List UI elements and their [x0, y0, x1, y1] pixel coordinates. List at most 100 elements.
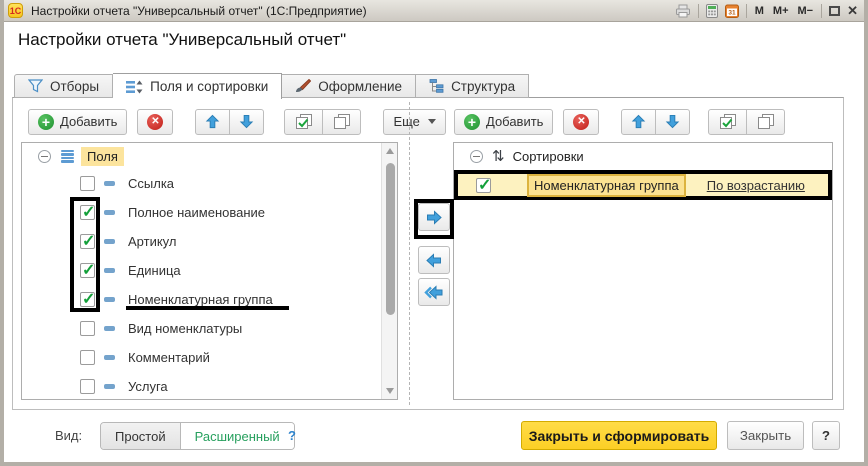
uncheck-all-icon	[756, 114, 775, 130]
tab-label: Оформление	[318, 79, 402, 94]
tree-item-ssylka[interactable]: Ссылка	[22, 169, 397, 198]
tree-item-label: Номенклатурная группа	[128, 292, 273, 307]
close-button[interactable]: Закрыть	[727, 421, 804, 450]
checkbox[interactable]	[80, 379, 95, 394]
titlebar-separator	[746, 4, 747, 18]
sorting-field-cell[interactable]: Номенклатурная группа	[527, 174, 686, 197]
move-down-button[interactable]	[655, 109, 690, 135]
collapse-expander-icon[interactable]	[470, 150, 483, 163]
titlebar-separator	[698, 4, 699, 18]
sorting-row[interactable]: Номенклатурная группа По возрастанию	[454, 170, 832, 200]
page-title: Настройки отчета "Универсальный отчет"	[18, 30, 346, 50]
tab-appearance[interactable]: Оформление	[282, 74, 416, 98]
move-down-button[interactable]	[229, 109, 264, 135]
add-button-label: Добавить	[486, 114, 543, 129]
field-dash-icon	[104, 297, 115, 302]
collapse-expander-icon[interactable]	[38, 150, 51, 163]
tree-item-label: Полное наименование	[128, 205, 265, 220]
checkbox[interactable]	[80, 292, 95, 307]
memory-recall-button[interactable]: М	[754, 5, 765, 17]
sort-arrows-icon: ⇅	[492, 149, 505, 164]
tree-item-vid-nomenklatury[interactable]: Вид номенклатуры	[22, 314, 397, 343]
more-button-label: Еще	[393, 114, 419, 129]
memory-subtract-button[interactable]: М−	[797, 5, 815, 17]
checkbox[interactable]	[80, 205, 95, 220]
scroll-up-icon[interactable]	[386, 148, 394, 154]
arrow-left-icon	[425, 252, 443, 269]
sorting-direction-link[interactable]: По возрастанию	[707, 178, 805, 193]
printer-icon[interactable]	[675, 4, 691, 18]
close-window-button[interactable]: ✕	[847, 4, 858, 17]
delete-x-icon: ✕	[147, 114, 163, 130]
right-toolbar: + Добавить ✕	[454, 108, 785, 135]
tree-item-kommentariy[interactable]: Комментарий	[22, 343, 397, 372]
fields-sort-icon	[126, 80, 143, 94]
tab-structure[interactable]: Структура	[416, 74, 529, 98]
delete-field-button[interactable]: ✕	[137, 109, 173, 135]
titlebar-controls: 31 М М+ М− ✕	[675, 0, 858, 21]
field-dash-icon	[104, 355, 115, 360]
close-and-generate-button[interactable]: Закрыть и сформировать	[521, 421, 717, 450]
fields-and-sorting-workspace: + Добавить ✕	[12, 97, 844, 410]
check-buttons-group	[284, 109, 361, 135]
check-all-button[interactable]	[708, 109, 747, 135]
scrollbar-thumb[interactable]	[386, 163, 395, 315]
checkbox[interactable]	[80, 234, 95, 249]
checkbox[interactable]	[80, 350, 95, 365]
arrow-up-icon	[631, 114, 646, 129]
tab-strip: Отборы Поля и сортировки Оформление Стру…	[14, 73, 529, 98]
field-dash-icon	[104, 326, 115, 331]
tab-fields-and-sorting[interactable]: Поля и сортировки	[113, 73, 282, 99]
move-up-button[interactable]	[621, 109, 656, 135]
tree-item-edinitsa[interactable]: Единица	[22, 256, 397, 285]
add-plus-icon: +	[38, 114, 54, 130]
view-help-link[interactable]: ?	[288, 422, 296, 450]
tree-item-artikul[interactable]: Артикул	[22, 227, 397, 256]
checkbox[interactable]	[80, 263, 95, 278]
tab-filters[interactable]: Отборы	[14, 74, 113, 98]
memory-add-button[interactable]: М+	[772, 5, 790, 17]
arrow-right-icon	[425, 209, 443, 226]
tree-item-usluga[interactable]: Услуга	[22, 372, 397, 400]
delete-x-icon: ✕	[573, 114, 589, 130]
arrow-up-icon	[205, 114, 220, 129]
sortings-root-row[interactable]: ⇅ Сортировки	[454, 143, 832, 169]
fields-root-row[interactable]: Поля	[22, 143, 397, 169]
uncheck-all-button[interactable]	[322, 109, 361, 135]
tree-item-label: Комментарий	[128, 350, 210, 365]
help-button[interactable]: ?	[812, 421, 840, 450]
sortings-root-label: Сортировки	[513, 149, 584, 164]
delete-sorting-button[interactable]: ✕	[563, 109, 599, 135]
tab-label: Поля и сортировки	[150, 79, 268, 94]
move-right-button[interactable]	[418, 203, 450, 231]
view-simple-button[interactable]: Простой	[101, 423, 181, 449]
panel-splitter[interactable]	[409, 102, 410, 405]
calendar-icon[interactable]: 31	[725, 4, 739, 18]
uncheck-all-icon	[332, 114, 351, 130]
more-actions-button[interactable]: Еще	[383, 109, 445, 135]
checkbox[interactable]	[80, 176, 95, 191]
checkbox[interactable]	[476, 178, 491, 193]
move-all-left-button[interactable]	[418, 278, 450, 306]
check-all-icon	[718, 114, 737, 130]
add-sorting-button[interactable]: + Добавить	[454, 109, 553, 135]
move-left-button[interactable]	[418, 246, 450, 274]
tree-item-label: Единица	[128, 263, 181, 278]
maximize-button[interactable]	[829, 6, 840, 16]
tree-item-label: Артикул	[128, 234, 176, 249]
view-extended-button[interactable]: Расширенный	[181, 423, 294, 449]
field-dash-icon	[104, 210, 115, 215]
move-up-button[interactable]	[195, 109, 230, 135]
tab-label: Отборы	[50, 79, 99, 94]
tree-item-nomenklaturnaya-gruppa[interactable]: Номенклатурная группа	[22, 285, 397, 314]
tree-item-polnoe-naimenovanie[interactable]: Полное наименование	[22, 198, 397, 227]
check-all-button[interactable]	[284, 109, 323, 135]
checkbox[interactable]	[80, 321, 95, 336]
scroll-down-icon[interactable]	[386, 388, 394, 394]
move-buttons-group	[195, 109, 264, 135]
add-field-button[interactable]: + Добавить	[28, 109, 127, 135]
vertical-scrollbar[interactable]	[381, 143, 397, 399]
calculator-icon[interactable]	[706, 4, 718, 18]
form-content: Настройки отчета "Универсальный отчет" О…	[4, 22, 864, 462]
uncheck-all-button[interactable]	[746, 109, 785, 135]
